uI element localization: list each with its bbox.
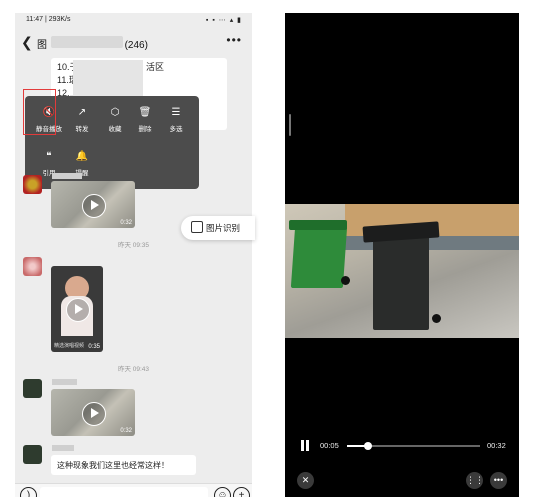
play-icon[interactable] (66, 298, 90, 322)
emoji-icon[interactable]: ☺ (214, 487, 231, 497)
sender-name-redaction (52, 379, 77, 385)
status-icons: ▪ ▪ ⋯ ▴ ▮ (205, 17, 242, 24)
play-icon[interactable] (82, 193, 106, 218)
green-trash-bin (290, 226, 348, 288)
menu-delete[interactable]: 🗑 删除 (130, 103, 160, 139)
voice-input-icon[interactable]: ) (20, 487, 37, 497)
seek-knob[interactable] (364, 442, 373, 450)
video-message[interactable]: 精选演唱视频 0:35 (51, 266, 103, 352)
image-ocr-button[interactable]: 图片识别 (181, 216, 255, 240)
text-message-bubble[interactable]: 这种现象我们这里也经常这样！ (51, 455, 196, 475)
multi-select-icon: ☰ (171, 107, 181, 118)
remind-icon: 🔔 (75, 151, 89, 162)
sender-name-redaction (52, 445, 74, 451)
more-options-icon[interactable]: ••• (226, 33, 242, 47)
pause-icon[interactable] (300, 440, 310, 451)
more-icon[interactable]: ••• (490, 472, 507, 489)
status-time: 11:47 | 293K/s (26, 16, 71, 23)
bin-wheel (432, 314, 441, 323)
green-bin-lid (289, 220, 347, 230)
chat-screen: 11:47 | 293K/s ▪ ▪ ⋯ ▴ ▮ ❮ 图 (246) ••• 1… (15, 13, 252, 497)
chat-title-bar: ❮ 图 (246) ••• (15, 31, 252, 53)
delete-icon: 🗑 (138, 107, 152, 118)
menu-item-label: 多选 (169, 126, 183, 133)
message-timestamp: 昨天 09:35 (117, 242, 150, 249)
list-line-tail: 活区 (146, 62, 165, 72)
text-redaction (73, 60, 143, 100)
image-icon (191, 221, 203, 233)
back-icon[interactable]: ❮ (21, 34, 33, 51)
video-player-screen: 00:05 00:32 ✕ ⋮⋮ ••• (285, 13, 519, 497)
side-handle[interactable] (289, 114, 291, 136)
image-ocr-label: 图片识别 (206, 223, 241, 233)
menu-multi-select[interactable]: ☰ 多选 (161, 103, 191, 139)
seek-bar[interactable] (347, 442, 480, 450)
video-duration: 0:35 (88, 344, 100, 350)
forward-icon: ↗ (77, 107, 87, 118)
player-controls: 00:05 00:32 (285, 437, 519, 457)
dark-trash-bin (373, 234, 429, 330)
avatar[interactable] (23, 445, 42, 464)
video-frame[interactable] (285, 204, 519, 338)
quote-icon: ❝ (46, 151, 52, 162)
video-duration: 0:32 (120, 428, 132, 434)
sender-name-redaction (52, 173, 82, 179)
message-text: 这种现象我们这里也经常这样！ (57, 461, 169, 470)
bin-wheel (341, 276, 350, 285)
avatar[interactable] (23, 379, 42, 398)
menu-item-label: 删除 (138, 126, 152, 133)
avatar[interactable] (23, 257, 42, 276)
chat-title-prefix: 图 (37, 40, 47, 51)
menu-item-label: 转发 (75, 126, 89, 133)
title-redaction (51, 36, 123, 48)
message-input[interactable] (40, 487, 208, 497)
grid-icon[interactable]: ⋮⋮ (466, 472, 484, 489)
status-bar: 11:47 | 293K/s ▪ ▪ ⋯ ▴ ▮ (15, 13, 252, 27)
chat-member-count: (246) (124, 40, 148, 51)
highlight-annotation (23, 89, 56, 135)
add-attachment-icon[interactable]: + (233, 487, 250, 497)
total-time: 00:32 (487, 441, 506, 450)
avatar[interactable] (23, 175, 42, 194)
chat-input-bar: ) ☺ + (15, 483, 252, 497)
close-icon[interactable]: ✕ (297, 472, 314, 489)
current-time: 00:05 (320, 441, 339, 450)
video-caption: 精选演唱视频 (54, 343, 85, 349)
play-icon[interactable] (82, 401, 106, 426)
video-message[interactable]: 0:32 (51, 181, 135, 228)
menu-forward[interactable]: ↗ 转发 (67, 103, 97, 139)
favorite-icon: ⬡ (110, 107, 120, 118)
menu-item-label: 收藏 (108, 126, 122, 133)
message-timestamp: 昨天 09:43 (117, 366, 150, 373)
video-duration: 0:32 (120, 220, 132, 226)
menu-favorite[interactable]: ⬡ 收藏 (100, 103, 130, 139)
video-message[interactable]: 0:32 (51, 389, 135, 436)
